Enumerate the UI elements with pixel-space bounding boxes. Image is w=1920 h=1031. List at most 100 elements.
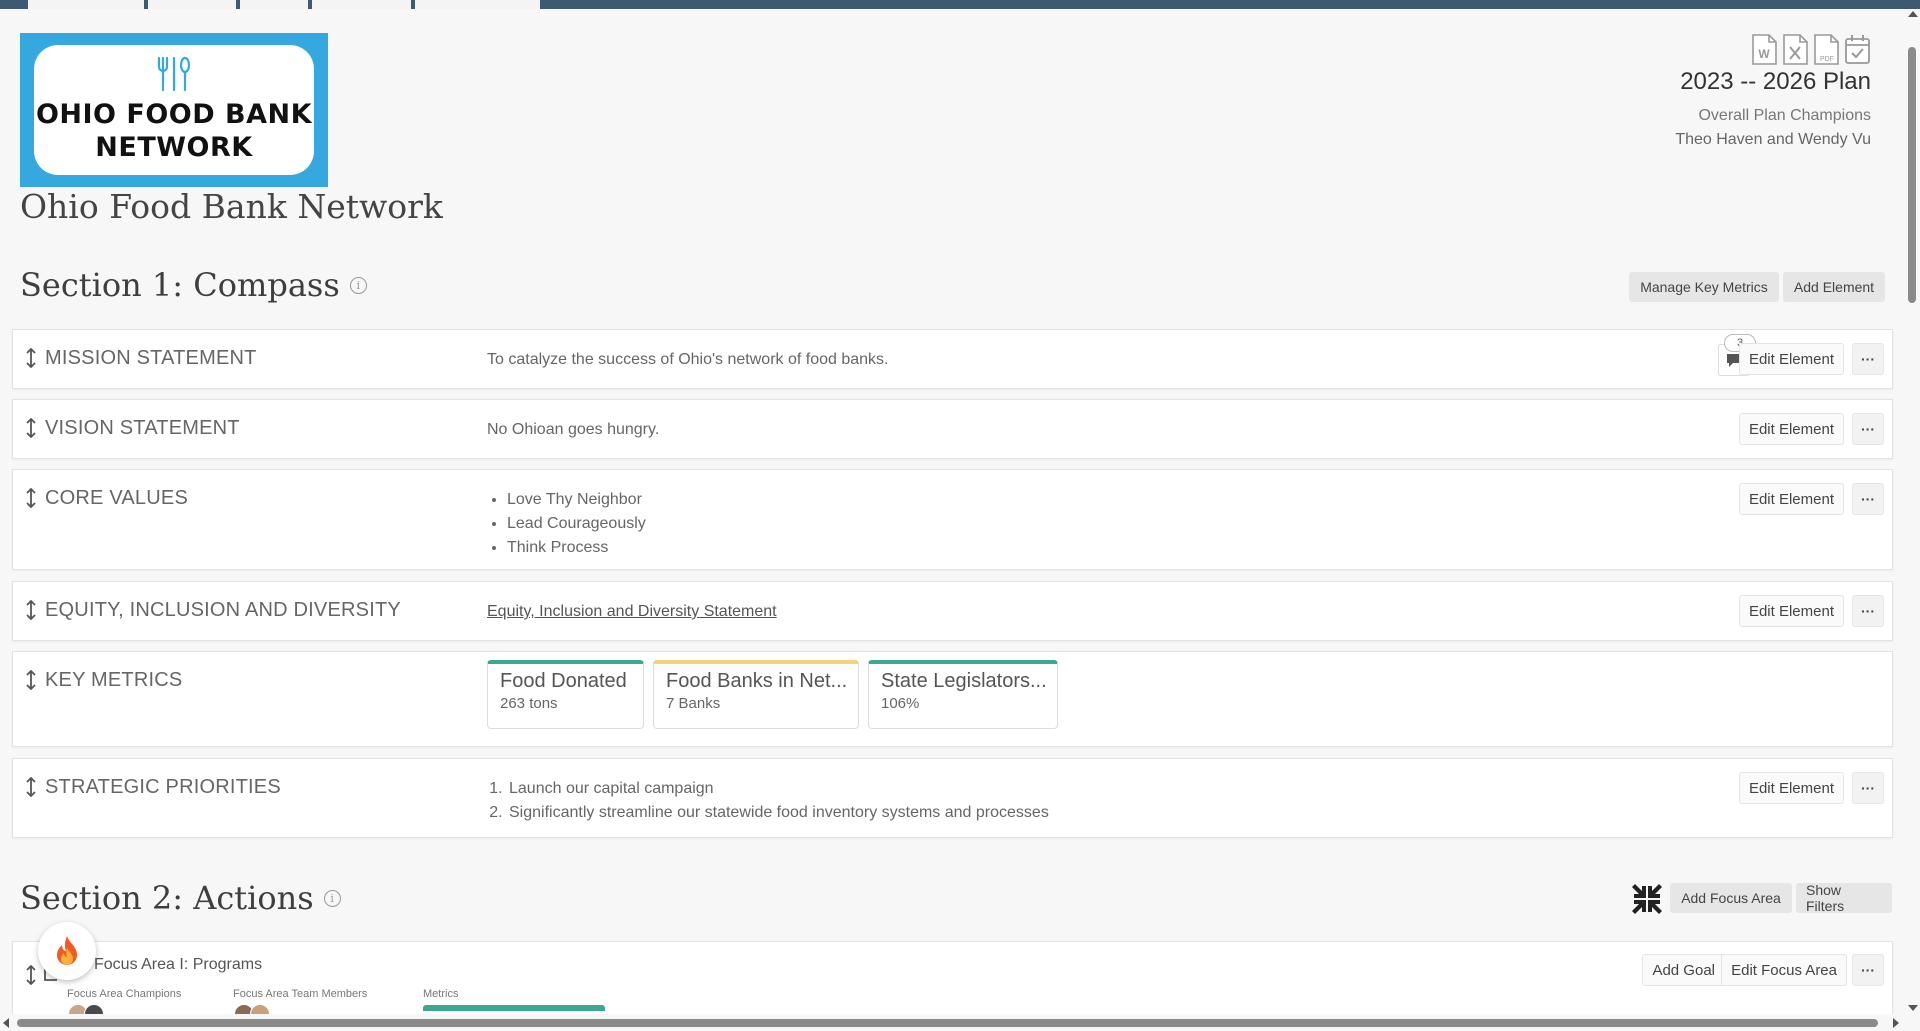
drag-handle-icon[interactable] [25, 670, 37, 690]
more-options-button[interactable]: ··· [1852, 772, 1884, 804]
list-item: Launch our capital campaign [507, 777, 1049, 801]
manage-key-metrics-button[interactable]: Manage Key Metrics [1629, 272, 1779, 302]
logo-text-line2: NETWORK [95, 132, 253, 163]
add-focus-area-button[interactable]: Add Focus Area [1670, 883, 1792, 913]
avatar[interactable] [250, 1004, 270, 1014]
more-options-button[interactable]: ··· [1852, 954, 1884, 986]
section-1-title: Section 1: Compass i [20, 266, 367, 304]
pdf-export-icon[interactable]: PDF [1813, 33, 1840, 66]
element-content: Launch our capital campaign Significantl… [487, 777, 1049, 825]
collapse-all-icon[interactable] [1630, 882, 1664, 916]
vertical-scroll-thumb[interactable] [1908, 47, 1916, 303]
element-label: KEY METRICS [45, 669, 183, 691]
focus-area-metrics-label: Metrics [423, 988, 459, 1000]
section-2-title: Section 2: Actions i [20, 879, 341, 917]
strategic-priorities-row: STRATEGIC PRIORITIES Launch our capital … [12, 758, 1893, 838]
drag-handle-icon[interactable] [25, 348, 37, 368]
more-options-button[interactable]: ··· [1852, 343, 1884, 375]
edit-element-button[interactable]: Edit Element [1738, 413, 1844, 445]
edit-element-button[interactable]: Edit Element [1738, 483, 1844, 515]
organization-logo: OHIO FOOD BANK NETWORK [20, 33, 328, 187]
edit-focus-area-button[interactable]: Edit Focus Area [1721, 954, 1847, 986]
edit-element-button[interactable]: Edit Element [1738, 343, 1844, 375]
scroll-up-arrow[interactable] [1908, 11, 1918, 17]
equity-inclusion-diversity-row: EQUITY, INCLUSION AND DIVERSITY Equity, … [12, 581, 1893, 641]
excel-export-icon[interactable] [1782, 33, 1809, 66]
focus-area-metric-card[interactable] [423, 1005, 605, 1011]
export-toolbar: W PDF [1751, 33, 1871, 66]
list-item: Think Process [507, 536, 646, 560]
edit-element-button[interactable]: Edit Element [1738, 772, 1844, 804]
core-values-list: Love Thy Neighbor Lead Courageously Thin… [487, 488, 646, 560]
element-content: No Ohioan goes hungry. [487, 421, 660, 438]
metric-name: Food Donated [500, 670, 627, 692]
vertical-scrollbar[interactable] [1905, 9, 1920, 1017]
key-metric-card[interactable]: State Legislators... 106% [868, 660, 1058, 729]
element-label: EQUITY, INCLUSION AND DIVERSITY [45, 599, 401, 621]
core-values-row: CORE VALUES Love Thy Neighbor Lead Coura… [12, 469, 1893, 570]
metric-name: Food Banks in Net... [666, 670, 848, 692]
more-options-button[interactable]: ··· [1852, 483, 1884, 515]
key-metric-card[interactable]: Food Donated 263 tons [487, 660, 644, 729]
plan-champions-label: Overall Plan Champions [1698, 107, 1871, 124]
list-item: Lead Courageously [507, 512, 646, 536]
equity-statement-link[interactable]: Equity, Inclusion and Diversity Statemen… [487, 603, 777, 620]
drag-handle-icon[interactable] [25, 418, 37, 438]
list-item: Significantly streamline our statewide f… [507, 801, 1049, 825]
priorities-list: Launch our capital campaign Significantl… [487, 777, 1049, 825]
scroll-left-arrow[interactable] [3, 1018, 9, 1028]
info-icon[interactable]: i [349, 276, 367, 294]
svg-text:PDF: PDF [1820, 56, 1834, 63]
drag-handle-icon[interactable] [25, 488, 37, 508]
drag-handle-icon[interactable] [25, 777, 37, 797]
metric-value: 106% [881, 695, 920, 712]
top-tab-3[interactable] [240, 0, 308, 9]
metric-name: State Legislators... [881, 670, 1047, 692]
focus-area-row: Focus Area I: Programs Focus Area Champi… [12, 941, 1893, 1014]
focus-area-champions-label: Focus Area Champions [67, 988, 182, 1000]
organization-name: Ohio Food Bank Network [20, 187, 443, 226]
element-content: To catalyze the success of Ohio's networ… [487, 351, 889, 368]
vision-statement-row: VISION STATEMENT No Ohioan goes hungry. … [12, 399, 1893, 459]
show-filters-button[interactable]: Show Filters [1796, 882, 1892, 914]
horizontal-scroll-thumb[interactable] [17, 1019, 1878, 1027]
top-tab-5[interactable] [415, 0, 540, 9]
scroll-down-arrow[interactable] [1908, 1005, 1918, 1011]
top-tab-2[interactable] [148, 0, 236, 9]
focus-area-team-label: Focus Area Team Members [233, 988, 368, 1000]
avatar[interactable] [84, 1004, 104, 1014]
top-tab-4[interactable] [312, 0, 411, 9]
flame-icon [57, 936, 77, 965]
section-1-title-text: Section 1: Compass [20, 266, 340, 304]
metric-value: 263 tons [500, 695, 558, 712]
top-tab-strip [0, 0, 1920, 9]
scroll-right-arrow[interactable] [1893, 1018, 1899, 1028]
drag-handle-icon[interactable] [25, 600, 37, 620]
more-options-button[interactable]: ··· [1852, 595, 1884, 627]
word-export-icon[interactable]: W [1751, 33, 1778, 66]
element-label: CORE VALUES [45, 487, 188, 509]
element-label: MISSION STATEMENT [45, 347, 257, 369]
more-options-button[interactable]: ··· [1852, 413, 1884, 445]
plan-champions-names: Theo Haven and Wendy Vu [1675, 131, 1871, 148]
calendar-check-icon[interactable] [1844, 33, 1871, 66]
plan-title: 2023 -- 2026 Plan [1680, 68, 1871, 95]
edit-element-button[interactable]: Edit Element [1738, 595, 1844, 627]
svg-text:W: W [1758, 47, 1770, 61]
add-goal-button[interactable]: Add Goal [1642, 954, 1725, 986]
logo-text-line1: OHIO FOOD BANK [35, 99, 313, 130]
info-icon[interactable]: i [323, 889, 341, 907]
chat-launcher-button[interactable] [38, 922, 96, 980]
focus-area-title[interactable]: Focus Area I: Programs [94, 956, 262, 974]
section-2-title-text: Section 2: Actions [20, 879, 314, 917]
horizontal-scrollbar[interactable] [0, 1014, 1905, 1031]
top-tab-1[interactable] [28, 0, 144, 9]
element-content: Equity, Inclusion and Diversity Statemen… [487, 603, 777, 621]
list-item: Love Thy Neighbor [507, 488, 646, 512]
key-metric-card[interactable]: Food Banks in Net... 7 Banks [653, 660, 859, 729]
element-label: STRATEGIC PRIORITIES [45, 776, 281, 798]
mission-statement-row: MISSION STATEMENT To catalyze the succes… [12, 329, 1893, 389]
add-element-button[interactable]: Add Element [1783, 272, 1885, 302]
drag-handle-icon[interactable] [25, 965, 37, 985]
utensils-icon [157, 56, 191, 92]
